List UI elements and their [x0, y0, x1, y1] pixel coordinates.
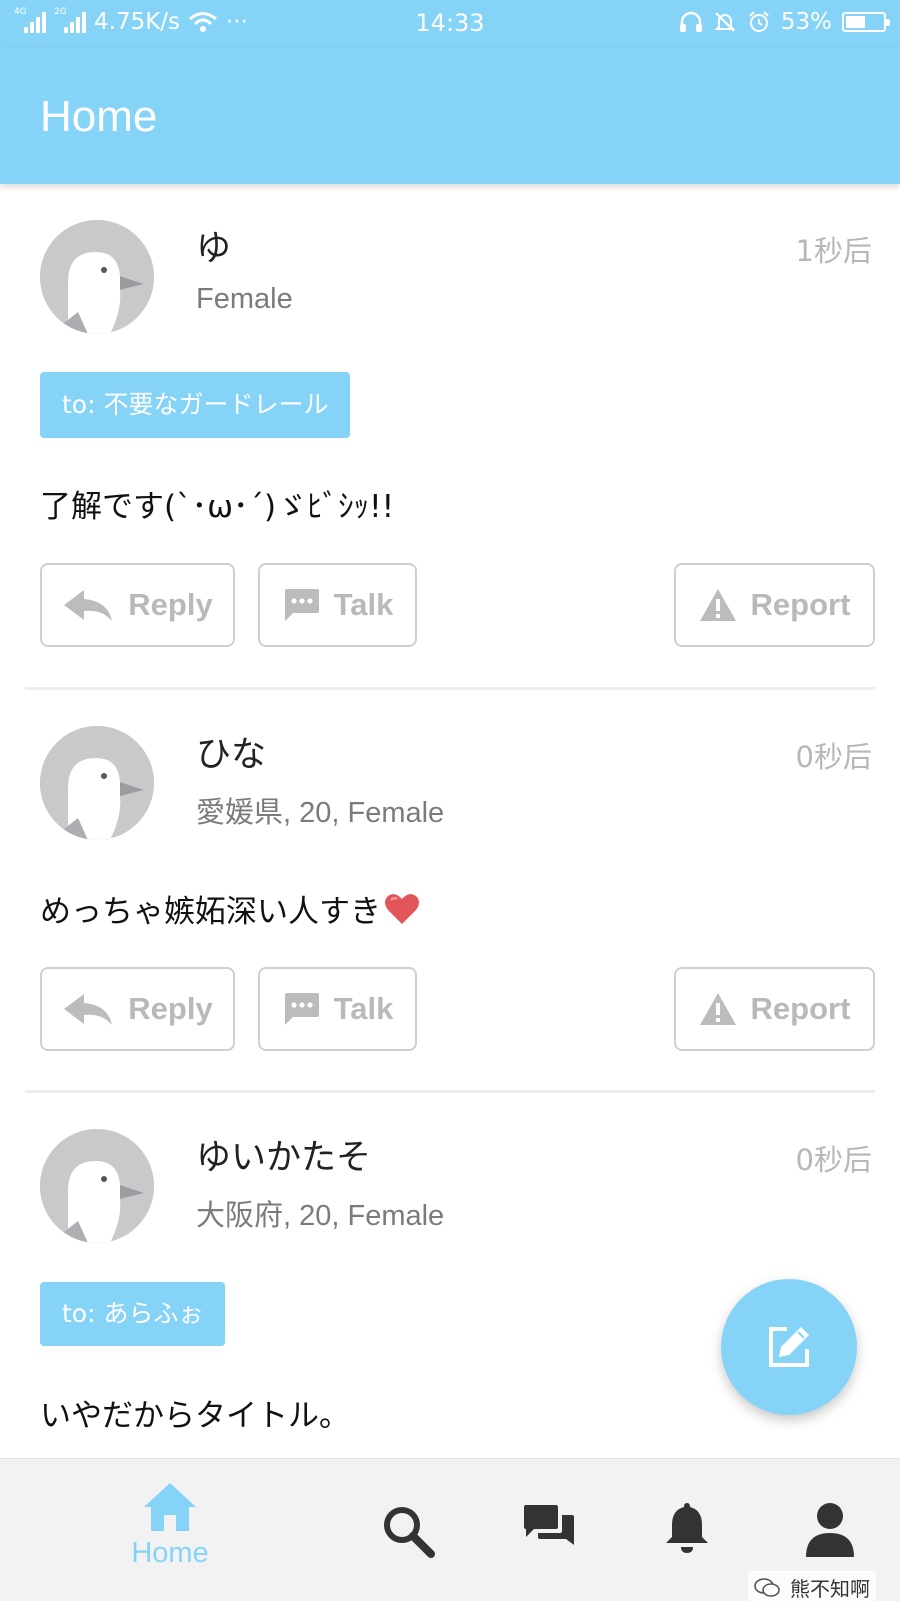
- bell-off-icon: [714, 12, 736, 32]
- post-card: ゆいかたそ 大阪府, 20, Female 0秒后 to: あらふぉ いやだから…: [25, 1093, 875, 1458]
- nav-search[interactable]: [380, 1503, 436, 1559]
- post-message: 了解です(`･ω･´)ゞﾋﾞｼｯ!!: [40, 489, 395, 525]
- recipient-tag[interactable]: to: あらふぉ: [40, 1282, 226, 1346]
- report-button[interactable]: Report: [674, 563, 875, 647]
- avatar[interactable]: [40, 1129, 154, 1243]
- reply-icon: [64, 994, 113, 1025]
- user-meta: 愛媛県, 20, Female: [196, 797, 445, 829]
- talk-button[interactable]: Talk: [258, 967, 417, 1051]
- avatar[interactable]: [40, 726, 154, 840]
- report-label: Report: [750, 587, 851, 622]
- post-card: ゆ Female 1秒后 to: 不要なガードレール 了解です(`･ω･´)ゞﾋ…: [25, 184, 875, 690]
- nav-profile[interactable]: [804, 1501, 856, 1557]
- user-meta: 大阪府, 20, Female: [196, 1200, 445, 1232]
- battery-level: [846, 16, 866, 28]
- talk-label: Talk: [333, 587, 394, 622]
- post-time: 1秒后: [795, 234, 872, 268]
- talk-button[interactable]: Talk: [258, 563, 417, 647]
- reply-button[interactable]: Reply: [40, 967, 235, 1051]
- profile-icon: [806, 1503, 854, 1557]
- user-name[interactable]: ひな: [196, 726, 266, 777]
- talk-label: Talk: [333, 991, 394, 1026]
- heart-emoji: [385, 893, 419, 924]
- nav-messages[interactable]: [522, 1503, 576, 1555]
- nav-home[interactable]: Home: [117, 1481, 223, 1570]
- report-button[interactable]: Report: [674, 967, 875, 1051]
- report-label: Report: [750, 991, 851, 1026]
- compose-button[interactable]: [721, 1279, 857, 1415]
- user-name[interactable]: ゆいかたそ: [196, 1129, 371, 1180]
- post-time: 0秒后: [795, 740, 872, 774]
- page-title: Home: [40, 92, 158, 141]
- seagull-avatar-icon: [40, 726, 154, 840]
- reply-icon: [64, 590, 113, 621]
- post-message-text: めっちゃ嫉妬深い人すき: [40, 894, 381, 930]
- reply-label: Reply: [128, 991, 213, 1026]
- reply-label: Reply: [128, 587, 213, 622]
- status-bar: 4G 2G 4.75K/s ··· 14:33 53%: [0, 0, 900, 48]
- alarm-icon: [749, 11, 769, 32]
- home-icon: [144, 1483, 196, 1531]
- user-meta: Female: [196, 283, 293, 315]
- warning-icon: [699, 589, 736, 621]
- post-feed[interactable]: ゆ Female 1秒后 to: 不要なガードレール 了解です(`･ω･´)ゞﾋ…: [0, 184, 900, 1458]
- post-card: ひな 愛媛県, 20, Female 0秒后 めっちゃ嫉妬深い人すき Reply…: [25, 690, 875, 1093]
- chat-bubble-icon: [284, 993, 319, 1025]
- post-time: 0秒后: [795, 1143, 872, 1177]
- bell-icon: [666, 1503, 708, 1553]
- seagull-avatar-icon: [40, 1129, 154, 1243]
- warning-icon: [699, 993, 736, 1025]
- post-message: めっちゃ嫉妬深い人すき: [40, 886, 420, 931]
- chat-bubble-icon: [284, 589, 319, 621]
- watermark-text: 熊不知啊: [790, 1577, 870, 1601]
- wechat-logo-icon: [754, 1577, 780, 1597]
- compose-icon: [769, 1327, 809, 1367]
- nav-notifications[interactable]: [664, 1501, 710, 1555]
- search-icon: [384, 1507, 435, 1558]
- user-name[interactable]: ゆ: [196, 220, 231, 271]
- chat-icon: [524, 1505, 574, 1545]
- battery-icon: [842, 12, 890, 32]
- seagull-avatar-icon: [40, 220, 154, 334]
- wechat-watermark: 熊不知啊: [748, 1571, 876, 1604]
- reply-button[interactable]: Reply: [40, 563, 235, 647]
- avatar[interactable]: [40, 220, 154, 334]
- battery-percent: 53%: [780, 9, 832, 35]
- post-message: いやだからタイトル。: [40, 1398, 350, 1434]
- recipient-tag[interactable]: to: 不要なガードレール: [40, 372, 351, 438]
- headset-icon: [679, 11, 702, 32]
- app-bar: Home: [0, 48, 900, 184]
- nav-home-label: Home: [131, 1537, 209, 1569]
